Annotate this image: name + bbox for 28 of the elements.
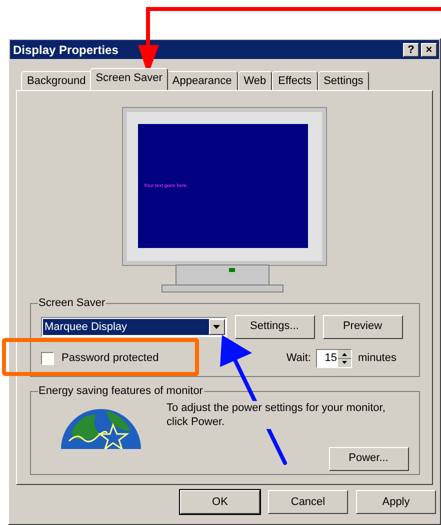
window-title: Display Properties — [13, 42, 118, 58]
preview-button[interactable]: Preview — [322, 314, 402, 338]
group-label: Screen Saver — [38, 296, 106, 311]
dropdown-arrow-button[interactable] — [208, 318, 224, 334]
tab[interactable]: Background — [21, 71, 92, 90]
tab[interactable]: Web — [238, 71, 272, 90]
tab[interactable]: Effects — [272, 71, 318, 90]
dropdown-value: Marquee Display — [42, 318, 208, 334]
tab[interactable]: Appearance — [166, 71, 238, 90]
cancel-button[interactable]: Cancel — [268, 490, 348, 514]
screen-saver-dropdown[interactable]: Marquee Display — [40, 316, 226, 336]
help-button[interactable]: ? — [403, 42, 419, 56]
settings-button[interactable]: Settings... — [234, 314, 314, 338]
apply-button[interactable]: Apply — [356, 490, 436, 514]
tab[interactable]: Screen Saver — [90, 68, 168, 90]
tab[interactable]: Settings — [318, 71, 370, 90]
wait-value: 15 — [324, 350, 338, 366]
wait-label: Wait: — [286, 350, 311, 366]
password-checkbox[interactable] — [40, 352, 54, 364]
caret-icon — [213, 324, 220, 328]
group-label: Energy saving features of monitor — [38, 384, 204, 399]
close-button[interactable]: × — [421, 42, 437, 56]
spin-arrows-icon[interactable] — [338, 350, 351, 366]
minutes-label: minutes — [358, 350, 396, 366]
wait-spinbox[interactable]: 15 — [316, 348, 352, 368]
power-button[interactable]: Power... — [328, 446, 408, 470]
checkbox-label: Password protected — [62, 350, 159, 366]
ok-button[interactable]: OK — [180, 490, 260, 514]
